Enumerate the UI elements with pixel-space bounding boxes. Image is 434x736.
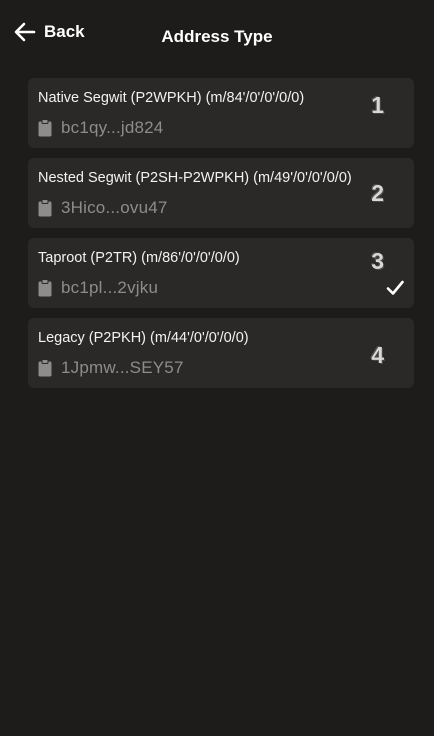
option-number: 1 bbox=[371, 92, 384, 118]
address-type-title: Taproot (P2TR) (m/86'/0'/0'/0/0) bbox=[38, 250, 240, 266]
page-title: Address Type bbox=[161, 27, 273, 46]
address-row: bc1pl...2vjku bbox=[38, 278, 158, 298]
address-preview: 3Hico...ovu47 bbox=[61, 198, 168, 217]
option-number: 4 bbox=[371, 342, 384, 368]
address-row: bc1qy...jd824 bbox=[38, 118, 163, 138]
header: Back Address Type bbox=[0, 0, 434, 74]
address-type-list: Native Segwit (P2WPKH) (m/84'/0'/0'/0/0)… bbox=[28, 78, 414, 388]
address-type-title: Native Segwit (P2WPKH) (m/84'/0'/0'/0/0) bbox=[38, 90, 305, 106]
clipboard-icon bbox=[38, 279, 52, 297]
clipboard-icon bbox=[38, 199, 52, 217]
address-preview: bc1pl...2vjku bbox=[61, 278, 159, 297]
option-number: 3 bbox=[371, 248, 384, 274]
address-type-option-taproot[interactable]: Taproot (P2TR) (m/86'/0'/0'/0/0) bc1pl..… bbox=[28, 238, 414, 308]
checkmark-icon bbox=[386, 280, 404, 301]
clipboard-icon bbox=[38, 119, 52, 137]
address-type-title: Legacy (P2PKH) (m/44'/0'/0'/0/0) bbox=[38, 330, 249, 346]
clipboard-icon bbox=[38, 359, 52, 377]
address-type-option-legacy[interactable]: Legacy (P2PKH) (m/44'/0'/0'/0/0) 1Jpmw..… bbox=[28, 318, 414, 388]
address-type-title: Nested Segwit (P2SH-P2WPKH) (m/49'/0'/0'… bbox=[38, 170, 352, 186]
option-number: 2 bbox=[371, 180, 384, 206]
address-preview: 1Jpmw...SEY57 bbox=[61, 358, 184, 377]
address-type-option-nested-segwit[interactable]: Nested Segwit (P2SH-P2WPKH) (m/49'/0'/0'… bbox=[28, 158, 414, 228]
address-row: 1Jpmw...SEY57 bbox=[38, 358, 184, 378]
address-preview: bc1qy...jd824 bbox=[61, 118, 164, 137]
address-row: 3Hico...ovu47 bbox=[38, 198, 168, 218]
address-type-option-native-segwit[interactable]: Native Segwit (P2WPKH) (m/84'/0'/0'/0/0)… bbox=[28, 78, 414, 148]
